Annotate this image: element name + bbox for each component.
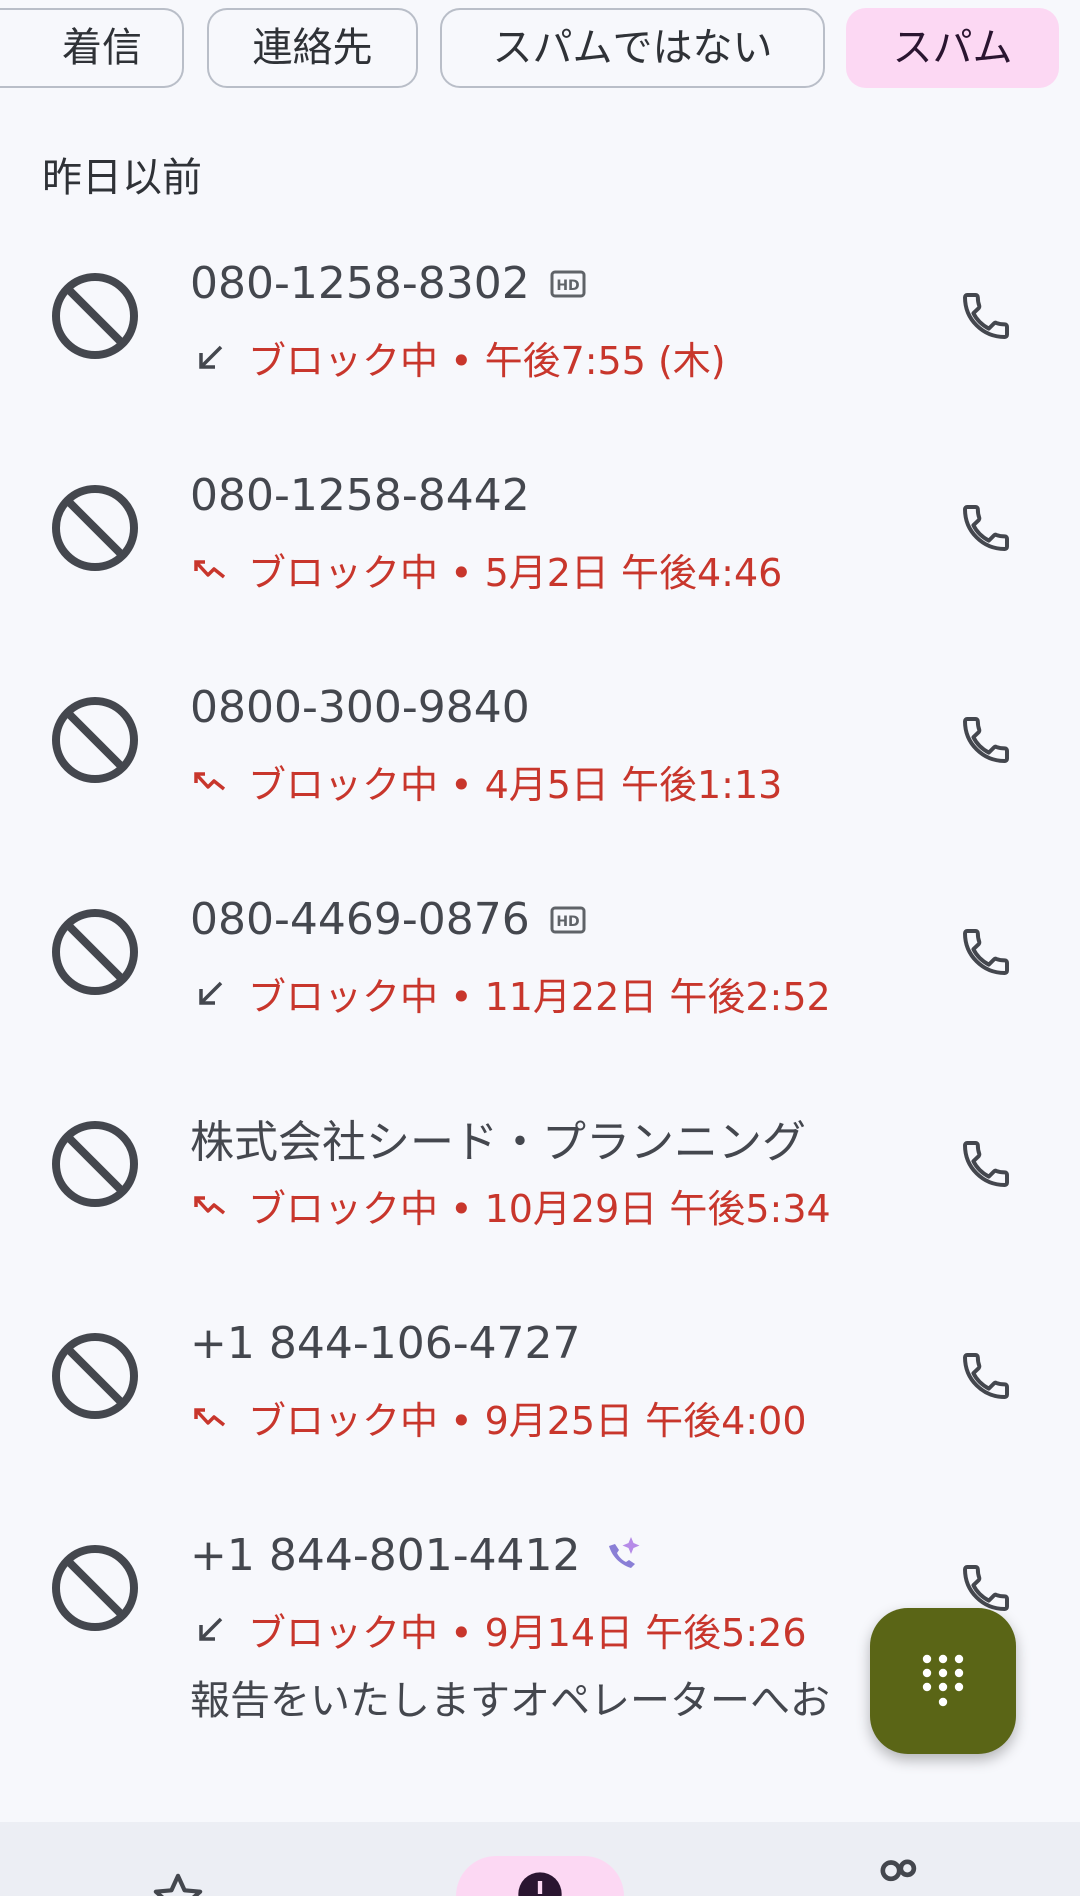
missed-call-icon [190, 762, 230, 802]
caller-number-text: 株式会社シード・プランニング [190, 1117, 806, 1168]
call-meta: ブロック中 • 午後7:55 (木) [190, 330, 726, 385]
caller-number: 080-1258-8442 [190, 470, 530, 521]
call-meta: ブロック中 • 10月29日 午後5:34 [190, 1178, 831, 1233]
call-button[interactable] [950, 916, 1022, 988]
block-icon [52, 1333, 138, 1419]
call-row[interactable]: 080-1258-8442 ブロック中 • 5月2日 午後4:46 [0, 440, 1080, 652]
incoming-arrow-icon [190, 974, 230, 1014]
phone-icon [963, 293, 1009, 339]
chip-spam[interactable]: スパム [846, 8, 1059, 88]
phone-icon [963, 1141, 1009, 1187]
call-meta: ブロック中 • 9月25日 午後4:00 [190, 1390, 807, 1445]
incoming-arrow-icon [190, 338, 230, 378]
call-meta: ブロック中 • 5月2日 午後4:46 [190, 542, 782, 597]
block-icon [52, 485, 138, 571]
filter-chip-row: 着信 連絡先 スパムではない スパム [0, 6, 1080, 94]
block-icon [52, 1545, 138, 1631]
svg-text:HD: HD [556, 278, 579, 294]
call-status: ブロック中 • 4月5日 午後1:13 [248, 763, 783, 807]
section-title: 昨日以前 [42, 155, 202, 201]
call-status: ブロック中 • 午後7:55 (木) [248, 339, 726, 383]
caller-number-text: +1 844-106-4727 [190, 1318, 581, 1369]
caller-number-text: +1 844-801-4412 [190, 1530, 581, 1581]
incoming-arrow-icon [190, 1610, 230, 1650]
call-row[interactable]: 株式会社シード・プランニング ブロック中 • 10月29日 午後5:34 [0, 1076, 1080, 1288]
chip-incoming[interactable]: 着信 [0, 8, 184, 88]
phone-icon [963, 929, 1009, 975]
caller-number-text: 080-1258-8302 [190, 258, 530, 309]
chip-not-spam[interactable]: スパムではない [440, 8, 825, 88]
caller-number: +1 844-106-4727 [190, 1318, 581, 1369]
nav-favorites[interactable] [150, 1870, 206, 1896]
caller-number-text: 080-1258-8442 [190, 470, 530, 521]
phone-icon [963, 717, 1009, 763]
block-icon [52, 697, 138, 783]
call-status: ブロック中 • 9月25日 午後4:00 [248, 1399, 807, 1443]
call-button[interactable] [950, 1340, 1022, 1412]
call-meta: ブロック中 • 11月22日 午後2:52 [190, 966, 831, 1021]
hd-icon: HD [550, 269, 586, 299]
call-row[interactable]: 080-4469-0876 HD ブロック中 • 11月22日 午後2:52 [0, 864, 1080, 1076]
call-meta: ブロック中 • 9月14日 午後5:26 [190, 1602, 807, 1657]
star-icon [153, 1873, 203, 1896]
call-status: ブロック中 • 11月22日 午後2:52 [248, 975, 831, 1019]
caller-number-text: 080-4469-0876 [190, 894, 530, 945]
block-icon [52, 273, 138, 359]
nav-contacts[interactable] [870, 1852, 926, 1896]
call-status: ブロック中 • 10月29日 午後5:34 [248, 1187, 831, 1231]
nav-recents[interactable] [456, 1856, 624, 1896]
call-button[interactable] [950, 280, 1022, 352]
chip-contacts[interactable]: 連絡先 [207, 8, 418, 88]
dialpad-fab[interactable] [870, 1608, 1016, 1754]
call-row[interactable]: 0800-300-9840 ブロック中 • 4月5日 午後1:13 [0, 652, 1080, 864]
call-button[interactable] [950, 704, 1022, 776]
missed-call-icon [190, 1398, 230, 1438]
phone-icon [963, 1353, 1009, 1399]
call-row[interactable]: +1 844-106-4727 ブロック中 • 9月25日 午後4:00 [0, 1288, 1080, 1500]
missed-call-icon [190, 1186, 230, 1226]
contacts-icon [880, 1859, 917, 1882]
call-button[interactable] [950, 1128, 1022, 1200]
dialpad-icon [922, 1654, 964, 1707]
block-icon [52, 1121, 138, 1207]
caller-number: 株式会社シード・プランニング [190, 1106, 806, 1170]
call-transcript-preview: 報告をいたしますオペレーターへお [190, 1678, 830, 1724]
call-row[interactable]: 080-1258-8302 HD ブロック中 • 午後7:55 (木) [0, 228, 1080, 440]
caller-number: 0800-300-9840 [190, 682, 530, 733]
block-icon [52, 909, 138, 995]
call-button[interactable] [950, 492, 1022, 564]
call-meta: ブロック中 • 4月5日 午後1:13 [190, 754, 782, 809]
caller-number-text: 0800-300-9840 [190, 682, 530, 733]
svg-text:HD: HD [556, 914, 579, 930]
call-status: ブロック中 • 9月14日 午後5:26 [248, 1611, 807, 1655]
caller-number: +1 844-801-4412 [190, 1530, 645, 1581]
recents-icon [518, 1872, 562, 1896]
missed-call-icon [190, 550, 230, 590]
call-status: ブロック中 • 5月2日 午後4:46 [248, 551, 783, 595]
caller-number: 080-4469-0876 HD [190, 894, 586, 945]
ai-sparkle-phone-icon [601, 1534, 645, 1578]
bottom-navigation [0, 1822, 1080, 1896]
hd-icon: HD [550, 905, 586, 935]
phone-icon [963, 505, 1009, 551]
caller-number: 080-1258-8302 HD [190, 258, 586, 309]
